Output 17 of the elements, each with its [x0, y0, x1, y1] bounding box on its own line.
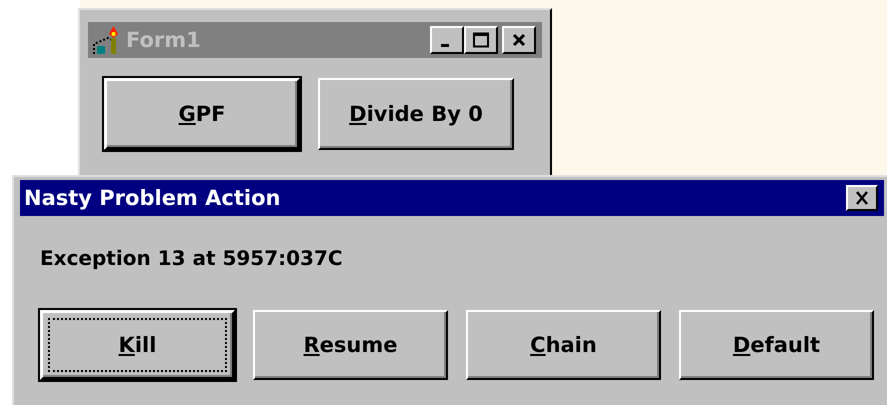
close-icon: [853, 190, 871, 206]
minimize-icon: [441, 44, 449, 46]
push-button[interactable]: Chain: [466, 310, 661, 380]
push-button[interactable]: Kill: [40, 310, 235, 380]
maximize-icon: [472, 32, 490, 48]
close-icon: [511, 32, 527, 48]
push-button[interactable]: Divide By 0: [318, 78, 514, 150]
dialog-title: Nasty Problem Action: [24, 186, 280, 210]
push-button[interactable]: Resume: [253, 310, 448, 380]
maximize-button[interactable]: [464, 26, 498, 54]
window-title: Form1: [126, 28, 201, 52]
close-button[interactable]: [502, 26, 536, 54]
minimize-button[interactable]: [430, 26, 464, 54]
close-button[interactable]: [846, 185, 878, 211]
push-button[interactable]: Default: [679, 310, 874, 380]
push-button[interactable]: GPF: [104, 78, 300, 150]
error-message: Exception 13 at 5957:037C: [39, 245, 344, 270]
